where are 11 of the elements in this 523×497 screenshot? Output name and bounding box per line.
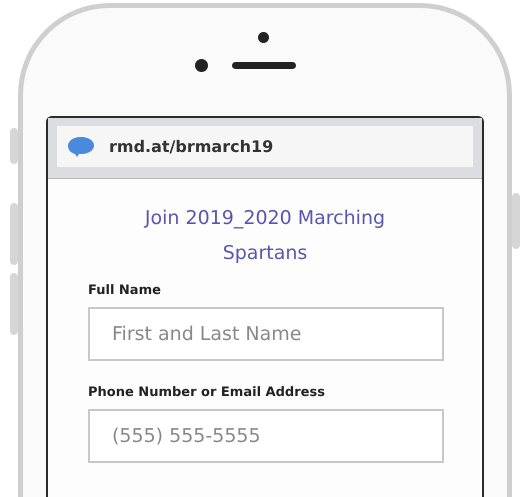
url-text: rmd.at/brmarch19 xyxy=(109,137,274,156)
input-field[interactable]: First and Last Name xyxy=(88,307,444,361)
field-label: Full Name xyxy=(88,283,162,298)
camera-dot xyxy=(258,32,268,43)
speech-bubble-icon xyxy=(67,136,95,158)
form-title: Join 2019_2020 Marching Spartans xyxy=(142,206,386,266)
sensor-dot xyxy=(194,59,208,72)
input-field[interactable]: (555) 555-5555 xyxy=(88,409,444,463)
speaker-bar xyxy=(232,62,296,69)
field-label: Phone Number or Email Address xyxy=(88,385,326,400)
address-bar[interactable]: rmd.at/brmarch19 xyxy=(57,126,473,167)
